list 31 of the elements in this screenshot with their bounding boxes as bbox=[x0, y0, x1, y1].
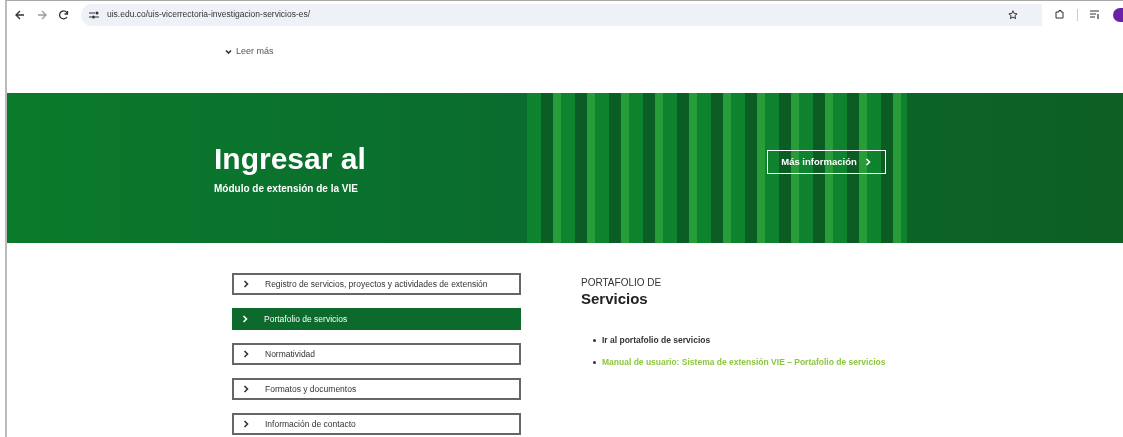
banner-subtitle: Módulo de extensión de la VIE bbox=[214, 181, 359, 196]
back-icon[interactable] bbox=[15, 9, 25, 20]
menu-item[interactable]: Registro de servicios, proyectos y actividades de extensión bbox=[232, 273, 521, 295]
url-text: uis.edu.co/uis-vicerrectoria-investigacion-servicios-es/ bbox=[107, 8, 311, 21]
section-kicker: PORTAFOLIO DE bbox=[581, 276, 663, 290]
bullet-icon bbox=[593, 338, 596, 342]
reload-icon[interactable] bbox=[59, 9, 69, 20]
section-link[interactable]: Ir al portafolio de servicios bbox=[602, 334, 711, 347]
extensions-icon[interactable] bbox=[1054, 9, 1065, 20]
chevron-icon bbox=[864, 158, 872, 166]
chevron-icon bbox=[243, 420, 250, 428]
menu-item[interactable]: Normatividad bbox=[232, 343, 521, 365]
address-bar[interactable]: uis.edu.co/uis-vicerrectoria-investigacion-servicios-es/ bbox=[81, 3, 1042, 26]
menu-item[interactable]: Formatos y documentos bbox=[232, 378, 521, 400]
read-more-link[interactable]: Leer más bbox=[225, 45, 1123, 59]
chevron-icon bbox=[243, 350, 250, 358]
reading-list-icon[interactable] bbox=[1090, 10, 1101, 19]
chevron-icon bbox=[242, 315, 249, 323]
forward-icon[interactable] bbox=[37, 9, 47, 20]
banner-title: Ingresar al bbox=[214, 140, 367, 177]
star-icon[interactable] bbox=[1008, 9, 1018, 20]
chevron-down-icon bbox=[225, 48, 232, 55]
more-info-button[interactable]: Más información bbox=[767, 150, 886, 174]
section-title: Servicios bbox=[581, 290, 649, 308]
chevron-icon bbox=[243, 280, 250, 288]
site-settings-icon[interactable] bbox=[89, 10, 99, 19]
profile-avatar[interactable] bbox=[1113, 7, 1123, 22]
bullet-icon bbox=[593, 360, 596, 364]
chevron-icon bbox=[243, 385, 250, 393]
menu-item[interactable]: Información de contacto bbox=[232, 413, 521, 435]
menu-item[interactable]: Portafolio de servicios bbox=[232, 308, 521, 330]
